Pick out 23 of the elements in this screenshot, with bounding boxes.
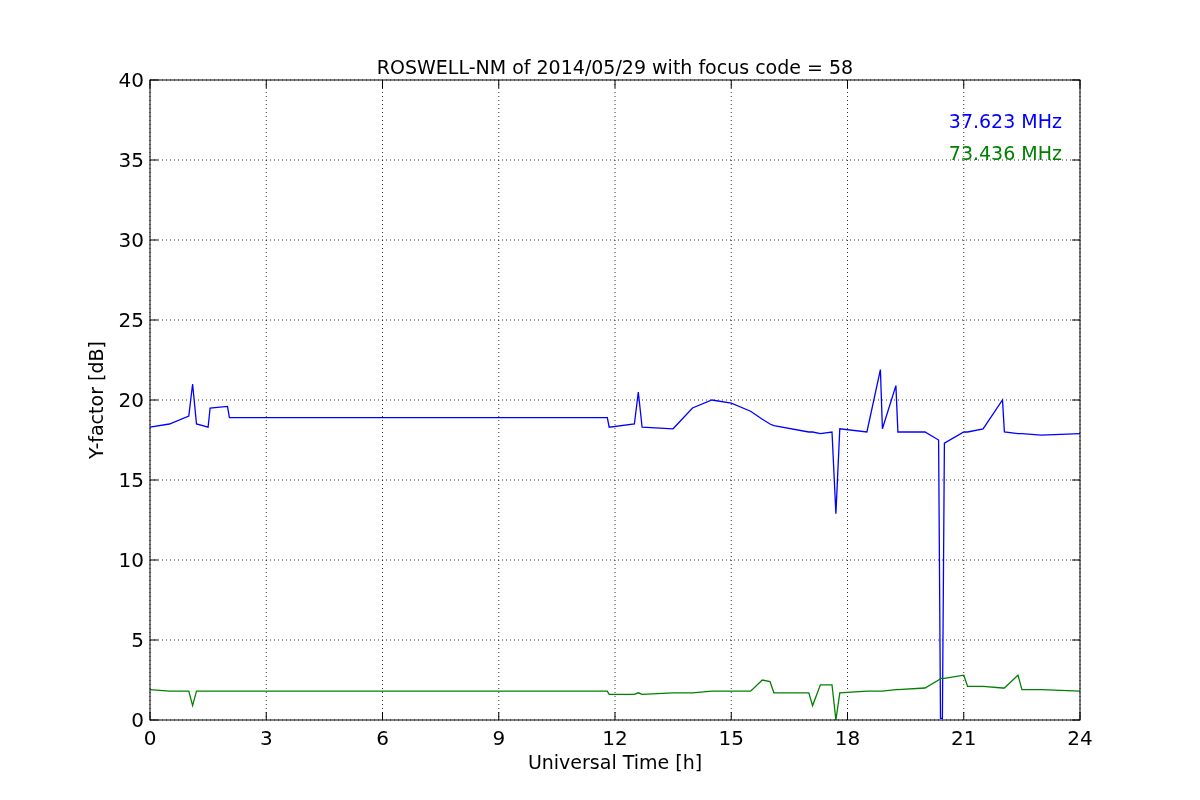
- y-tick-label: 5: [131, 628, 144, 652]
- y-tick-label: 35: [118, 148, 144, 172]
- x-tick-label: 24: [1067, 726, 1093, 750]
- x-tick-label: 6: [376, 726, 389, 750]
- x-tick-label: 9: [492, 726, 506, 750]
- y-tick-label: 40: [118, 68, 144, 92]
- legend-label: 73.436 MHz: [948, 142, 1062, 164]
- x-tick-label: 15: [718, 726, 744, 750]
- x-tick-label: 3: [259, 726, 273, 750]
- y-tick-label: 25: [118, 308, 144, 332]
- chart-title: ROSWELL-NM of 2014/05/29 with focus code = 58: [376, 56, 854, 78]
- x-tick-label: 21: [951, 726, 977, 750]
- y-axis-label: Y-factor [dB]: [85, 341, 107, 459]
- x-tick-label: 18: [834, 726, 861, 750]
- y-tick-label: 0: [131, 708, 144, 732]
- x-axis-label: Universal Time [h]: [527, 751, 703, 773]
- y-tick-label: 15: [118, 468, 144, 492]
- x-tick-label: 12: [602, 726, 628, 750]
- x-tick-label: 0: [143, 726, 157, 750]
- y-tick-label: 10: [118, 548, 144, 572]
- y-tick-label: 20: [118, 388, 144, 412]
- y-tick-label: 30: [118, 228, 144, 252]
- legend-label: 37.623 MHz: [948, 110, 1062, 132]
